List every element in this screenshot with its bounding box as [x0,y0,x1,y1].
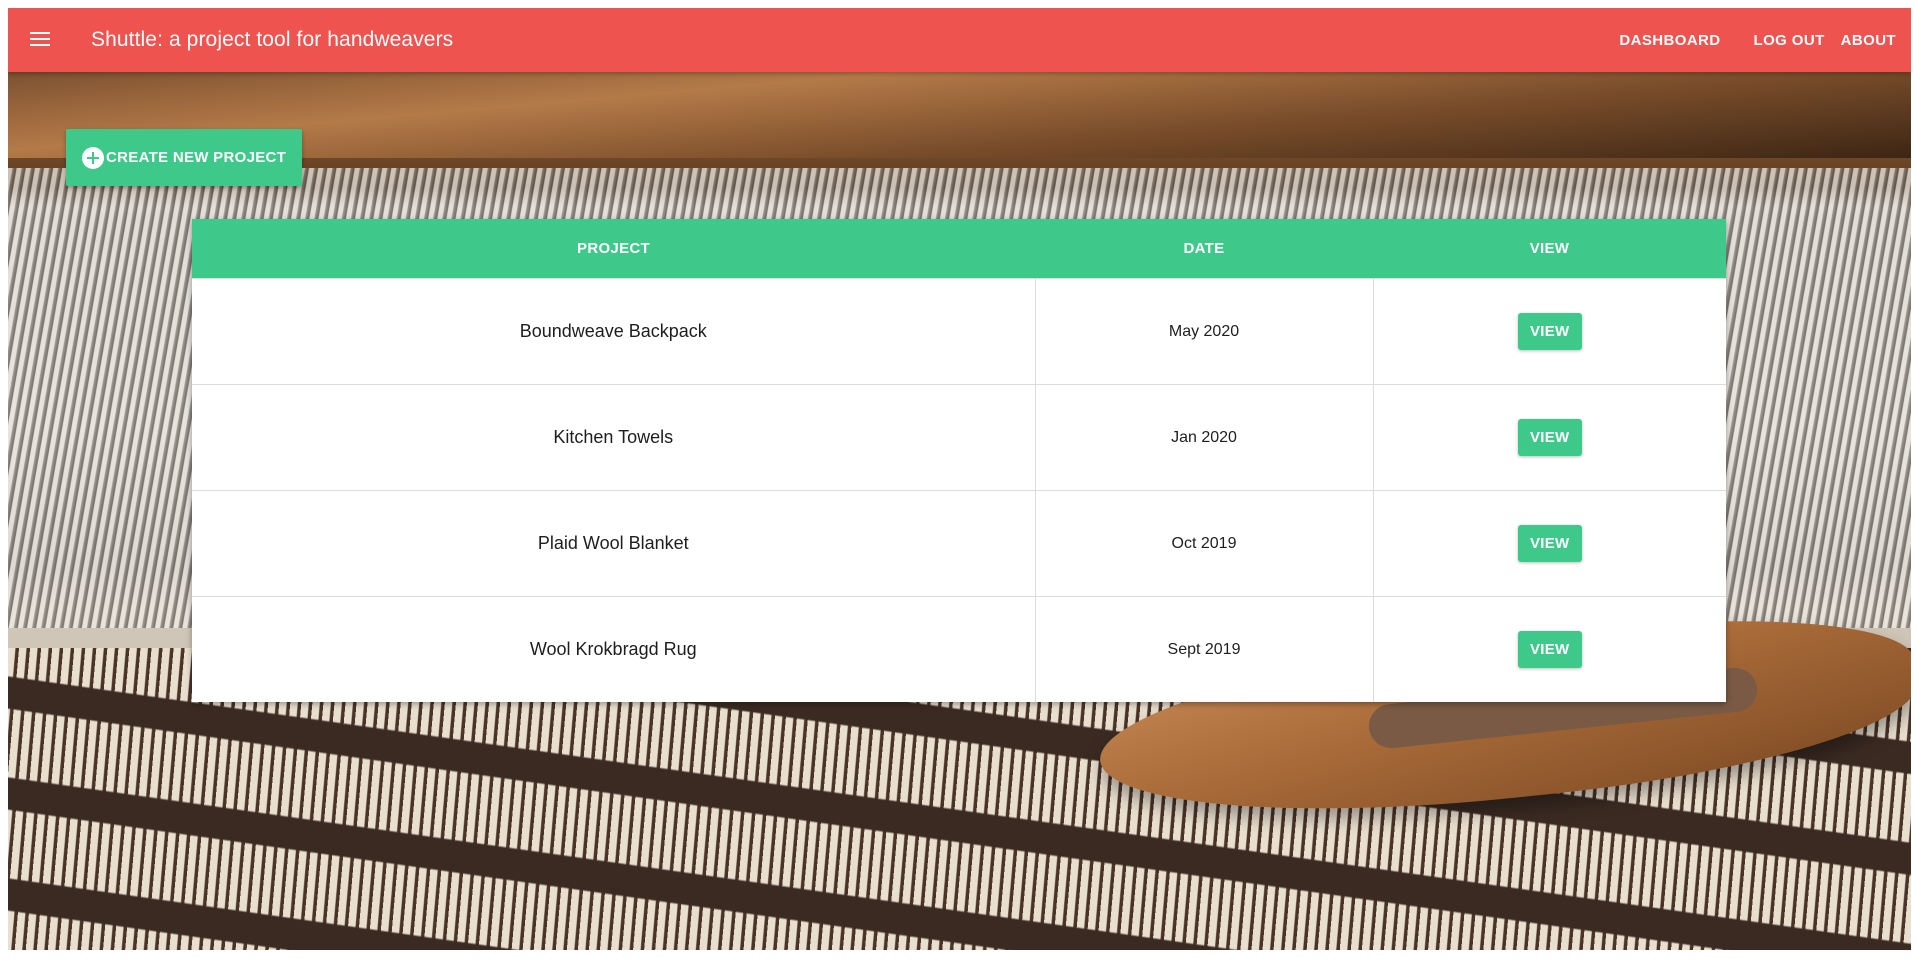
view-project-button[interactable]: VIEW [1517,313,1582,350]
nav-dashboard-link[interactable]: DASHBOARD [1619,32,1720,49]
project-view-cell: VIEW [1372,384,1726,491]
app-root: Shuttle: a project tool for handweavers … [8,8,1911,950]
view-project-button[interactable]: VIEW [1517,419,1582,456]
project-date-cell: May 2020 [1034,278,1373,385]
project-date-cell: Sept 2019 [1034,596,1373,702]
project-name-cell: Plaid Wool Blanket [192,490,1035,597]
projects-table: PROJECT DATE VIEW Boundweave Backpack Ma… [192,219,1726,702]
project-view-cell: VIEW [1372,278,1726,385]
view-project-button[interactable]: VIEW [1517,631,1582,668]
create-new-project-label: CREATE NEW PROJECT [106,149,287,166]
app-title: Shuttle: a project tool for handweavers [91,28,454,51]
create-new-project-button[interactable]: CREATE NEW PROJECT [66,129,303,186]
hamburger-menu-icon[interactable] [30,28,52,52]
table-row: Boundweave Backpack May 2020 VIEW [192,278,1726,385]
projects-table-card: PROJECT DATE VIEW Boundweave Backpack Ma… [192,219,1726,702]
column-header-view: VIEW [1373,219,1726,279]
top-nav: DASHBOARD LOG OUT ABOUT [1619,8,1896,72]
project-date-cell: Oct 2019 [1034,490,1373,597]
project-name-cell: Kitchen Towels [192,384,1035,491]
column-header-project: PROJECT [192,219,1035,279]
nav-logout-link[interactable]: LOG OUT [1754,32,1825,49]
table-row: Wool Krokbragd Rug Sept 2019 VIEW [192,596,1726,702]
add-circle-icon [82,146,104,169]
table-row: Kitchen Towels Jan 2020 VIEW [192,384,1726,491]
project-name-cell: Wool Krokbragd Rug [192,596,1035,702]
project-name-cell: Boundweave Backpack [192,278,1035,385]
project-view-cell: VIEW [1372,596,1726,702]
nav-about-link[interactable]: ABOUT [1841,32,1896,49]
app-bar: Shuttle: a project tool for handweavers … [8,8,1911,72]
table-row: Plaid Wool Blanket Oct 2019 VIEW [192,490,1726,597]
table-header-row: PROJECT DATE VIEW [192,219,1726,279]
project-date-cell: Jan 2020 [1034,384,1373,491]
project-view-cell: VIEW [1372,490,1726,597]
column-header-date: DATE [1035,219,1373,279]
view-project-button[interactable]: VIEW [1517,525,1582,562]
